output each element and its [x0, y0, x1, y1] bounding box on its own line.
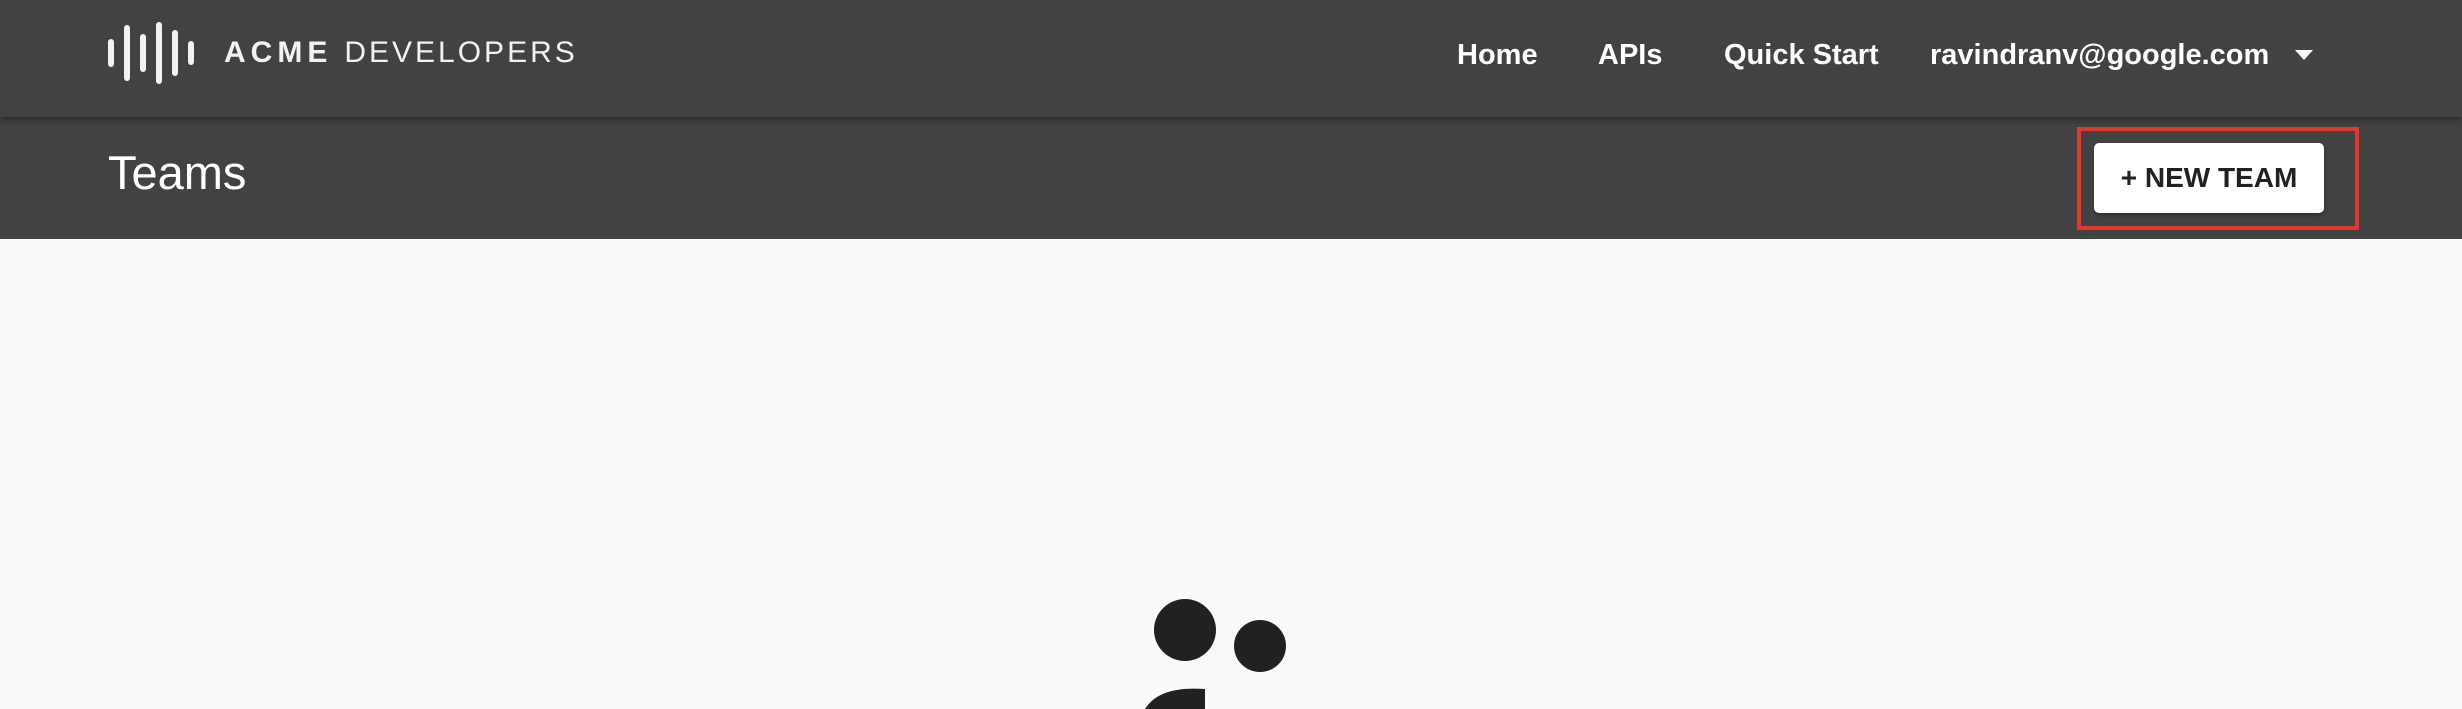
- new-team-button[interactable]: + NEW TEAM: [2094, 143, 2324, 213]
- nav-home-link[interactable]: Home: [1457, 39, 1538, 72]
- page-title: Teams: [108, 146, 247, 199]
- caret-down-icon: [2295, 50, 2314, 60]
- page-header: Teams + NEW TEAM: [0, 117, 2462, 239]
- nav-quick-start-link[interactable]: Quick Start: [1724, 39, 1879, 72]
- acme-bars-logo-icon: [108, 22, 194, 84]
- people-illustration-icon: [1145, 599, 1286, 709]
- logo-brand-text: ACME: [224, 36, 333, 69]
- acme-developers-logo[interactable]: ACME DEVELOPERS: [108, 22, 578, 84]
- nav-apis-link[interactable]: APIs: [1598, 39, 1662, 72]
- logo-product-text: DEVELOPERS: [344, 36, 578, 69]
- user-account-menu[interactable]: ravindranv@google.com: [1930, 38, 2314, 72]
- top-navigation-bar: ACME DEVELOPERS Home APIs Quick Start rav…: [0, 0, 2462, 117]
- teams-content-area: [0, 239, 2462, 709]
- logo-text: ACME DEVELOPERS: [224, 36, 578, 70]
- user-email: ravindranv@google.com: [1930, 38, 2270, 71]
